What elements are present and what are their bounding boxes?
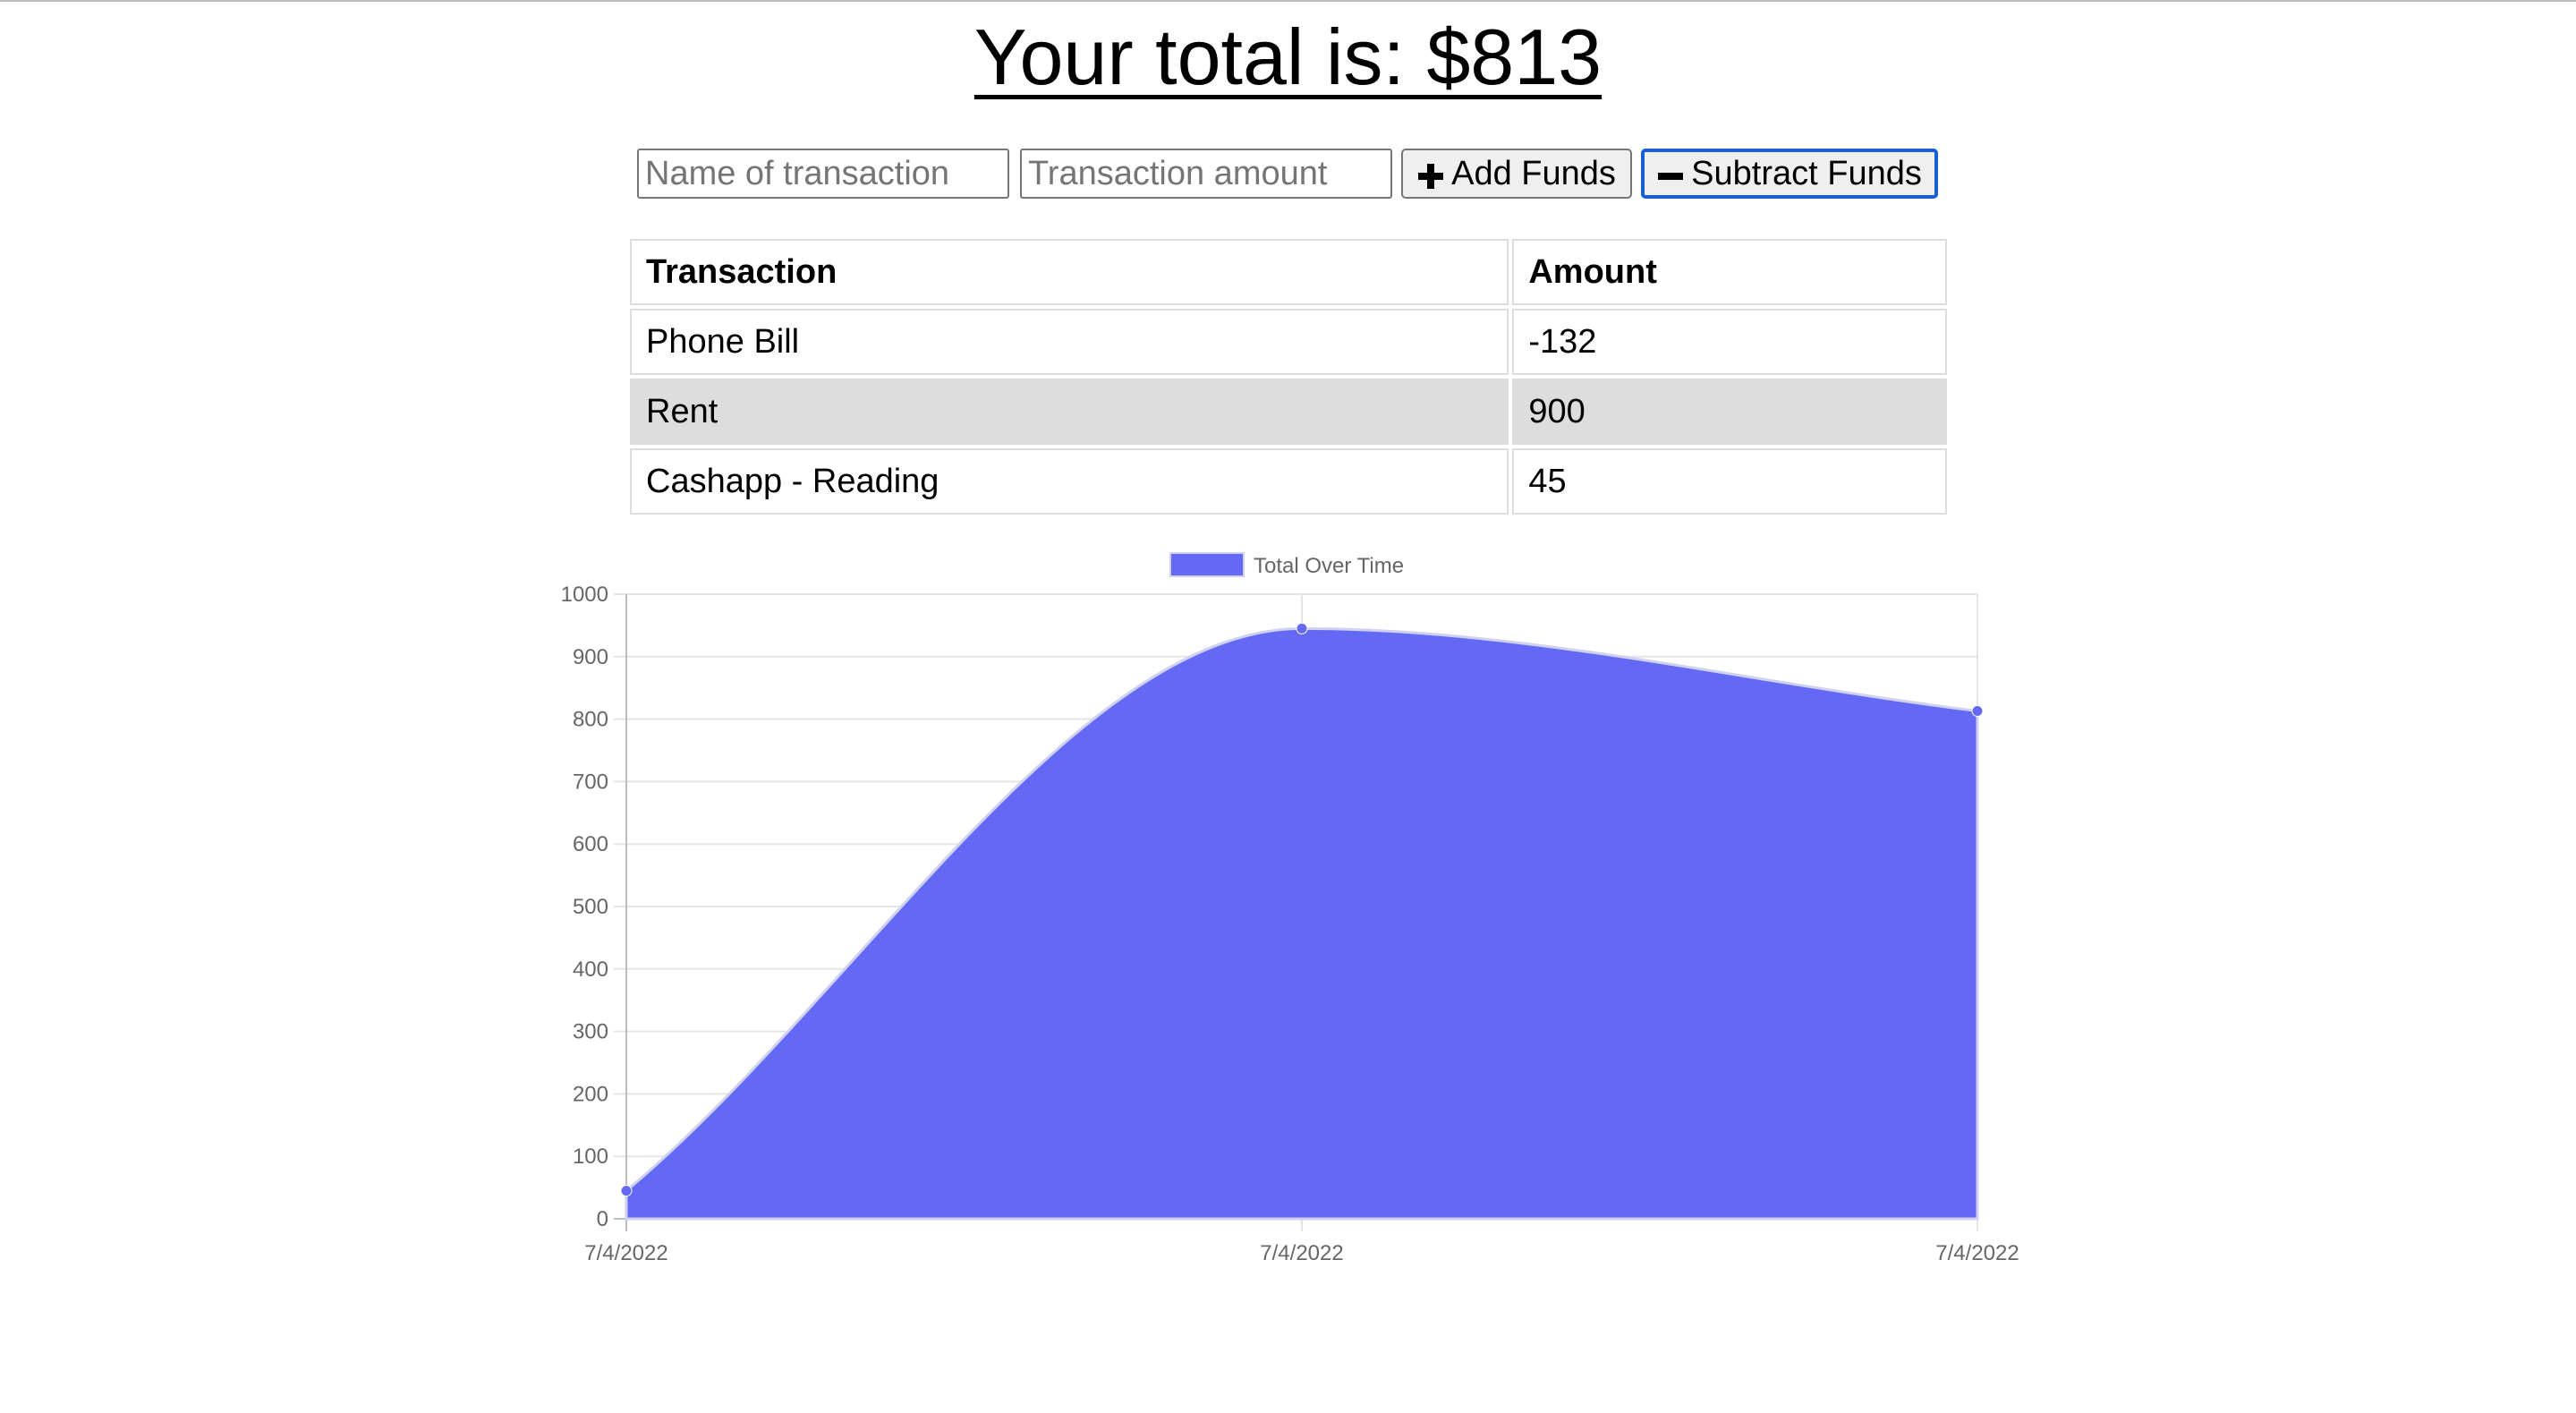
transaction-amount: -132 [1512, 309, 1947, 375]
data-point [620, 1185, 633, 1197]
y-tick-label: 400 [573, 958, 608, 982]
subtract-funds-label: Subtract Funds [1691, 154, 1922, 192]
transaction-name: Phone Bill [630, 309, 1509, 375]
transaction-name: Rent [630, 379, 1509, 445]
plus-icon [1417, 160, 1444, 189]
add-funds-label: Add Funds [1451, 154, 1616, 192]
y-tick-label: 0 [597, 1207, 608, 1231]
total-label: Your total is: $813 [973, 13, 1603, 101]
transaction-amount-input[interactable] [1020, 149, 1392, 199]
chart-legend: Total Over Time [1169, 552, 1404, 578]
total-over-time-chart: 0 100 200 300 400 500 600 700 800 900 1000 7/4/202… [561, 552, 2019, 1265]
y-tick-label: 800 [573, 708, 608, 732]
total-heading: Your total is: $813 [0, 13, 2576, 102]
table-row: Phone Bill -132 [630, 309, 1947, 375]
table-row: Cashapp - Reading 45 [630, 448, 1947, 515]
y-tick-label: 300 [573, 1020, 608, 1044]
x-axis: 7/4/2022 7/4/2022 7/4/2022 [584, 1241, 2019, 1265]
subtract-funds-button[interactable]: Subtract Funds [1641, 149, 1938, 199]
y-tick-label: 200 [573, 1082, 608, 1106]
data-point [1296, 622, 1308, 634]
x-tick-label: 7/4/2022 [1935, 1241, 2019, 1265]
y-tick-label: 1000 [561, 583, 608, 607]
legend-label: Total Over Time [1254, 554, 1404, 578]
header-amount: Amount [1512, 239, 1947, 305]
top-border [0, 0, 2576, 2]
table-row: Rent 900 [630, 379, 1947, 445]
x-tick-label: 7/4/2022 [1260, 1241, 1343, 1265]
y-tick-label: 900 [573, 645, 608, 669]
transaction-name-input[interactable] [637, 149, 1009, 199]
y-tick-label: 100 [573, 1145, 608, 1169]
y-tick-label: 600 [573, 832, 608, 856]
transaction-name: Cashapp - Reading [630, 448, 1509, 515]
y-tick-label: 500 [573, 895, 608, 919]
transaction-amount: 900 [1512, 379, 1947, 445]
minus-icon [1657, 160, 1684, 187]
transaction-amount: 45 [1512, 448, 1947, 515]
table-header-row: Transaction Amount [630, 239, 1947, 305]
header-transaction: Transaction [630, 239, 1509, 305]
legend-swatch [1169, 552, 1245, 577]
data-point [1971, 705, 1984, 718]
y-axis: 0 100 200 300 400 500 600 700 800 900 1000 [561, 583, 608, 1231]
add-funds-button[interactable]: Add Funds [1401, 149, 1632, 199]
x-tick-label: 7/4/2022 [584, 1241, 667, 1265]
y-tick-label: 700 [573, 770, 608, 794]
total-area [625, 626, 1979, 1221]
transactions-table: Transaction Amount Phone Bill -132 Rent … [626, 235, 1951, 518]
